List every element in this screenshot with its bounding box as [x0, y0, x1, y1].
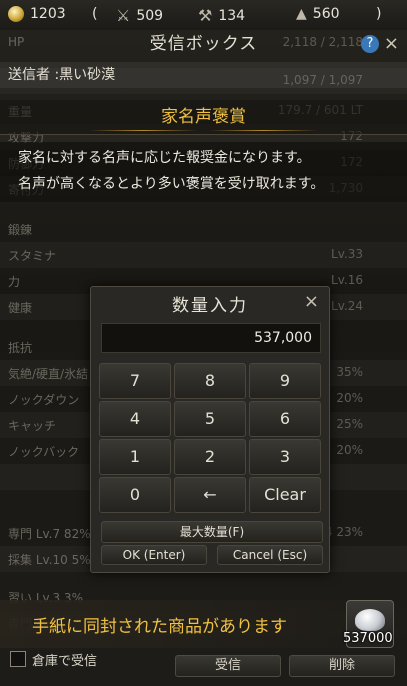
stat-value: Lv.33 — [331, 247, 363, 261]
combat-value: 509 — [136, 7, 164, 24]
silver-display: 1203 — [8, 6, 66, 22]
weight-icon: ▲ — [296, 6, 307, 22]
mailbox-close-icon[interactable]: × — [384, 33, 399, 54]
attached-item-count: 537000 — [343, 631, 393, 646]
key-1[interactable]: 1 — [99, 439, 171, 475]
backspace-key[interactable]: ← — [174, 477, 246, 513]
stat-label: スタミナ — [8, 249, 57, 263]
silver-pile-icon — [355, 609, 385, 631]
receive-button[interactable]: 受信 — [175, 655, 281, 677]
clear-key[interactable]: Clear — [249, 477, 321, 513]
key-2[interactable]: 2 — [174, 439, 246, 475]
stat-value: 25% — [336, 417, 363, 431]
key-3[interactable]: 3 — [249, 439, 321, 475]
mail-subject: 家名声褒賞 — [161, 107, 246, 127]
help-icon[interactable]: ? — [361, 35, 379, 53]
close-paren: ) — [376, 6, 382, 22]
key-0[interactable]: 0 — [99, 477, 171, 513]
stat-label: 力 — [8, 275, 21, 289]
silver-amount: 1203 — [30, 6, 66, 22]
quantity-value: 537,000 — [254, 330, 312, 346]
open-paren: ( — [92, 6, 98, 22]
warehouse-checkbox[interactable] — [10, 651, 26, 667]
delete-button[interactable]: 削除 — [289, 655, 395, 677]
attachment-notice: 手紙に同封された商品があります — [32, 617, 287, 637]
stat-label: 気絶/硬直/氷結 — [8, 367, 89, 381]
key-8[interactable]: 8 — [174, 363, 246, 399]
stat-row: 鍛錬 — [0, 216, 407, 242]
key-9[interactable]: 9 — [249, 363, 321, 399]
stat-value: 35% — [336, 365, 363, 379]
sender-label: 送信者 :黒い砂漠 — [8, 67, 116, 83]
stat-label: 抵抗 — [8, 341, 33, 355]
subject-divider-left — [88, 130, 198, 131]
mailbox-title: 受信ボックス — [149, 34, 258, 54]
life-value: 134 — [218, 7, 246, 24]
currency-bar: 1203 ( ⚔ 509 ⚒ 134 ▲ 560 ) — [0, 0, 407, 30]
mail-body-line-1: 家名に対する名声に応じた報奨金になります。 — [18, 150, 311, 166]
mail-body: 家名に対する名声に応じた報奨金になります。 名声が高くなるとより多い褒賞を受け取… — [0, 142, 407, 202]
mail-body-line-2: 名声が高くなるとより多い褒賞を受け取れます。 — [18, 176, 325, 192]
stat-value: 20% — [336, 443, 363, 457]
stat-label: 採集 Lv.10 5% — [8, 553, 91, 567]
stat-label: ノックバック — [8, 445, 80, 459]
key-4[interactable]: 4 — [99, 401, 171, 437]
stat-value: Lv.24 — [331, 299, 363, 313]
stat-value: Lv.16 — [331, 273, 363, 287]
quantity-dialog-title: 数量入力 — [172, 296, 248, 316]
quantity-dialog-close-icon[interactable]: × — [304, 291, 319, 312]
stat-label: 鍛錬 — [8, 223, 33, 237]
weight-value: 560 — [312, 6, 340, 22]
stat-label: キャッチ — [8, 419, 57, 433]
sender-row: 送信者 :黒い砂漠 — [0, 62, 407, 88]
stat-row: スタミナ Lv.33 — [0, 242, 407, 268]
combat-display: ⚔ 509 — [116, 6, 163, 25]
key-7[interactable]: 7 — [99, 363, 171, 399]
stat-label: ノックダウン — [8, 393, 80, 407]
stat-label: 健康 — [8, 301, 33, 315]
quantity-input-dialog: 数量入力 × 537,000 7 8 9 4 5 6 1 2 3 0 ← Cle… — [90, 286, 330, 573]
ok-button[interactable]: OK (Enter) — [101, 545, 207, 565]
weight-display: ▲ 560 — [296, 6, 340, 22]
life-display: ⚒ 134 — [198, 6, 245, 25]
silver-coin-icon — [8, 6, 24, 22]
quantity-display[interactable]: 537,000 — [101, 323, 321, 353]
stat-value: 20% — [336, 391, 363, 405]
max-quantity-button[interactable]: 最大数量(F) — [101, 521, 323, 543]
key-6[interactable]: 6 — [249, 401, 321, 437]
key-5[interactable]: 5 — [174, 401, 246, 437]
pickaxe-icon: ⚒ — [198, 6, 213, 25]
stat-label: 専門 Lv.7 82% — [8, 527, 91, 541]
subject-divider-right — [208, 130, 318, 131]
crossed-swords-icon: ⚔ — [116, 6, 131, 25]
cancel-button[interactable]: Cancel (Esc) — [217, 545, 323, 565]
warehouse-checkbox-label: 倉庫で受信 — [32, 654, 98, 669]
